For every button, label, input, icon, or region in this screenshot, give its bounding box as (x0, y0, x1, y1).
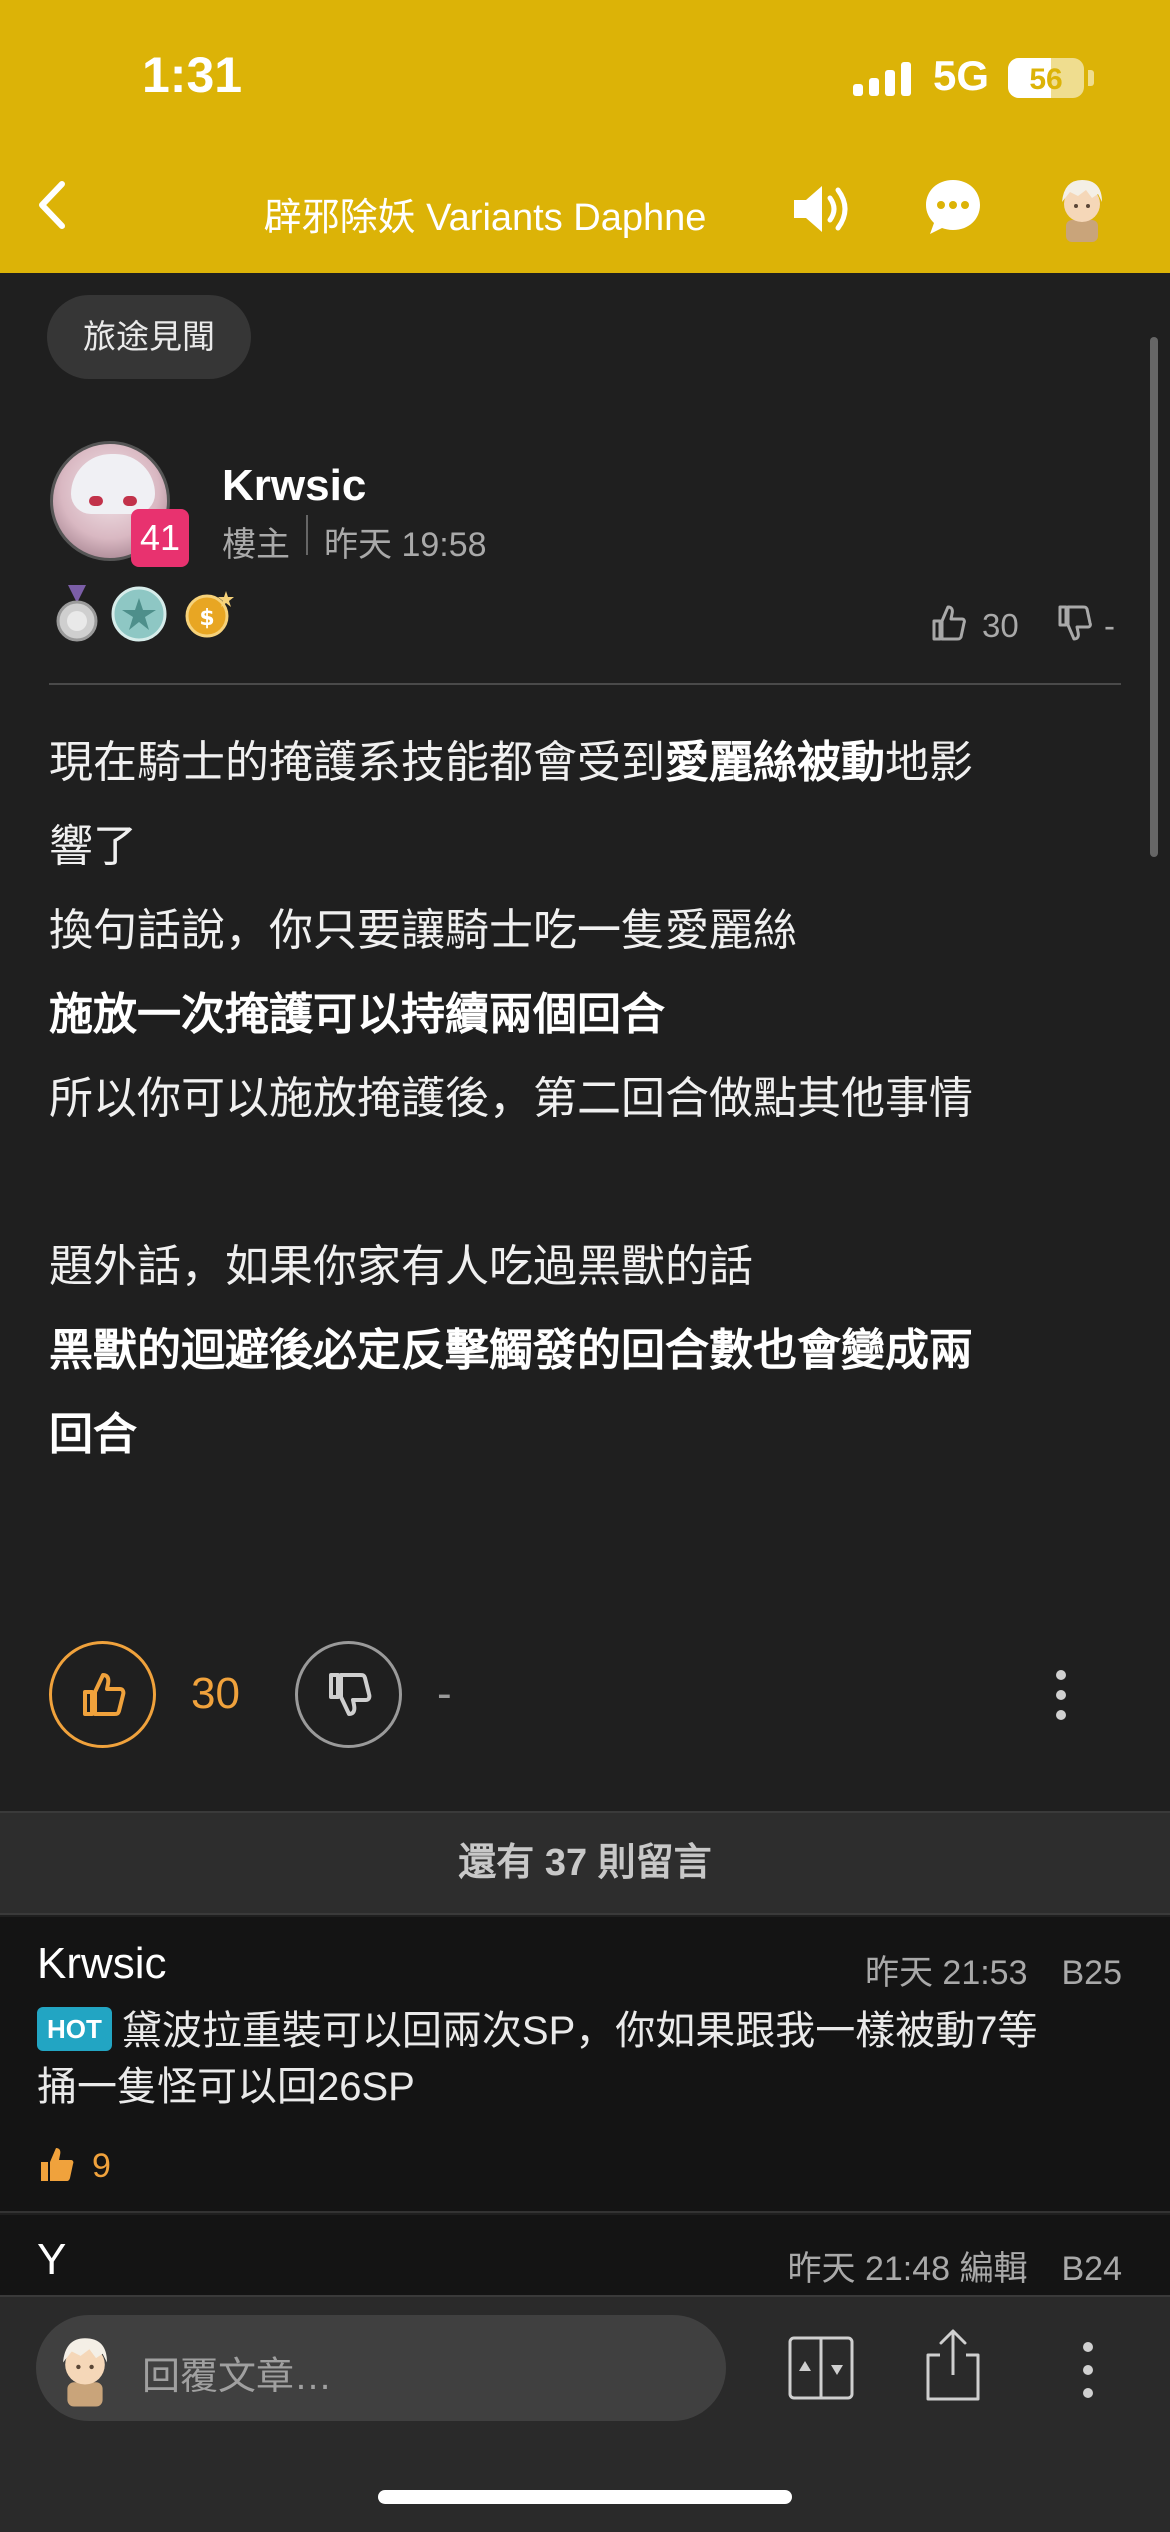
hot-badge: HOT (37, 2007, 112, 2051)
share-icon[interactable] (920, 2327, 986, 2403)
text-run: 所以你可以施放掩護後，第二回合做點其他事情 (49, 1074, 973, 1123)
level-badge: 41 (131, 509, 189, 567)
post-line: 所以你可以施放掩護後，第二回合做點其他事情 (49, 1057, 1129, 1141)
more-options-icon[interactable] (1074, 2337, 1102, 2403)
post-line: 響了 (49, 805, 1129, 889)
network-type: 5G (933, 52, 990, 99)
back-icon[interactable] (20, 170, 90, 240)
comment-text: HOT 黛波拉重裝可以回兩次SP，你如果跟我一樣被動7等 (37, 2003, 1147, 2059)
post-line: 換句話說，你只要讓騎士吃一隻愛麗絲 (49, 889, 1129, 973)
header-dislike-count: - (1104, 607, 1115, 644)
medal-icon (54, 585, 100, 643)
category-tag[interactable]: 旅途見聞 (47, 295, 251, 379)
comment-author[interactable]: Krwsic (37, 1939, 167, 1989)
comment-meta: 昨天 21:48 編輯 B24 (787, 2250, 1122, 2288)
text-run-bold: 黑獸的迴避後必定反擊觸發的回合數也會變成兩 (49, 1326, 973, 1375)
like-button[interactable] (49, 1641, 156, 1748)
comment-meta: 昨天 21:53 B25 (864, 1954, 1122, 1992)
dislike-button[interactable] (295, 1641, 402, 1748)
chat-bubble-icon[interactable] (922, 176, 984, 238)
comment-item: Krwsic 昨天 21:53 B25 HOT 黛波拉重裝可以回兩次SP，你如果跟… (0, 1917, 1170, 2213)
header-like-count: 30 (982, 607, 1019, 644)
post-line: 施放一次掩護可以持續兩個回合 (49, 973, 1129, 1057)
like-count: 30 (191, 1669, 240, 1718)
post-line: 黑獸的迴避後必定反擊觸發的回合數也會變成兩 (49, 1309, 1129, 1393)
post-line: 回合 (49, 1393, 1129, 1477)
post-time: 昨天 19:58 (324, 526, 487, 564)
battery-nub (1088, 70, 1094, 86)
star-badge-icon (110, 585, 168, 643)
comment-text-line: 黛波拉重裝可以回兩次SP，你如果跟我一樣被動7等 (121, 2009, 1038, 2053)
scrollbar[interactable] (1150, 337, 1158, 857)
text-run: 地影 (885, 738, 973, 787)
reply-input[interactable]: 回覆文章… (36, 2315, 726, 2421)
comment-like-count: 9 (92, 2147, 111, 2185)
text-run-bold: 回合 (49, 1410, 137, 1459)
battery-icon: 56 (1008, 58, 1084, 98)
coin-badge-icon: $ (176, 585, 238, 643)
post-line: 題外話，如果你家有人吃過黑獸的話 (49, 1225, 1129, 1309)
text-run: 現在騎士的掩護系技能都會受到 (49, 738, 665, 787)
reply-placeholder: 回覆文章… (142, 2356, 333, 2398)
divider (49, 683, 1121, 685)
comment-item: Y 昨天 21:48 編輯 B24 (0, 2215, 1170, 2295)
home-indicator[interactable] (378, 2490, 792, 2504)
comment-author[interactable]: Y (37, 2235, 66, 2285)
more-comments-button[interactable]: 還有 37 則留言 (0, 1811, 1170, 1915)
thumbs-up-icon[interactable] (928, 603, 968, 643)
app-header: 1:31 5G 56 辟邪除妖 Variants Daphne (0, 0, 1170, 273)
post-line: 現在騎士的掩護系技能都會受到愛麗絲被動地影 (49, 721, 1129, 805)
status-time: 1:31 (142, 47, 243, 103)
comment-text-line: 捅一隻怪可以回26SP (37, 2065, 415, 2109)
thumbs-down-icon (329, 1673, 372, 1716)
text-run-bold: 施放一次掩護可以持續兩個回合 (49, 990, 665, 1039)
user-avatar (52, 2329, 118, 2407)
thumbs-up-icon (83, 1673, 126, 1716)
speaker-icon[interactable] (786, 174, 856, 244)
cellular-signal-icon (853, 62, 913, 96)
more-options-icon[interactable] (1046, 1667, 1076, 1723)
svg-text:$: $ (199, 606, 214, 631)
dislike-count: - (437, 1669, 452, 1718)
page-navigation-icon[interactable] (787, 2335, 855, 2401)
thumbs-down-icon[interactable] (1054, 603, 1094, 643)
text-run-bold: 愛麗絲被動 (665, 738, 885, 787)
user-avatar[interactable] (1052, 172, 1112, 242)
text-run: 響了 (49, 822, 137, 871)
text-run: 換句話說，你只要讓騎士吃一隻愛麗絲 (49, 906, 797, 955)
text-run: 題外話，如果你家有人吃過黑獸的話 (49, 1242, 753, 1291)
post-content: 旅途見聞 41 Krwsic 樓主 昨天 19:58 $ 30 - 現在騎士的掩… (0, 273, 1170, 1813)
battery-percent: 56 (1029, 63, 1063, 96)
author-role: 樓主 (222, 526, 290, 564)
author-name[interactable]: Krwsic (222, 461, 366, 511)
divider (306, 515, 308, 555)
page-title: 辟邪除妖 Variants Daphne (263, 197, 707, 239)
thumbs-up-icon[interactable] (37, 2145, 77, 2185)
